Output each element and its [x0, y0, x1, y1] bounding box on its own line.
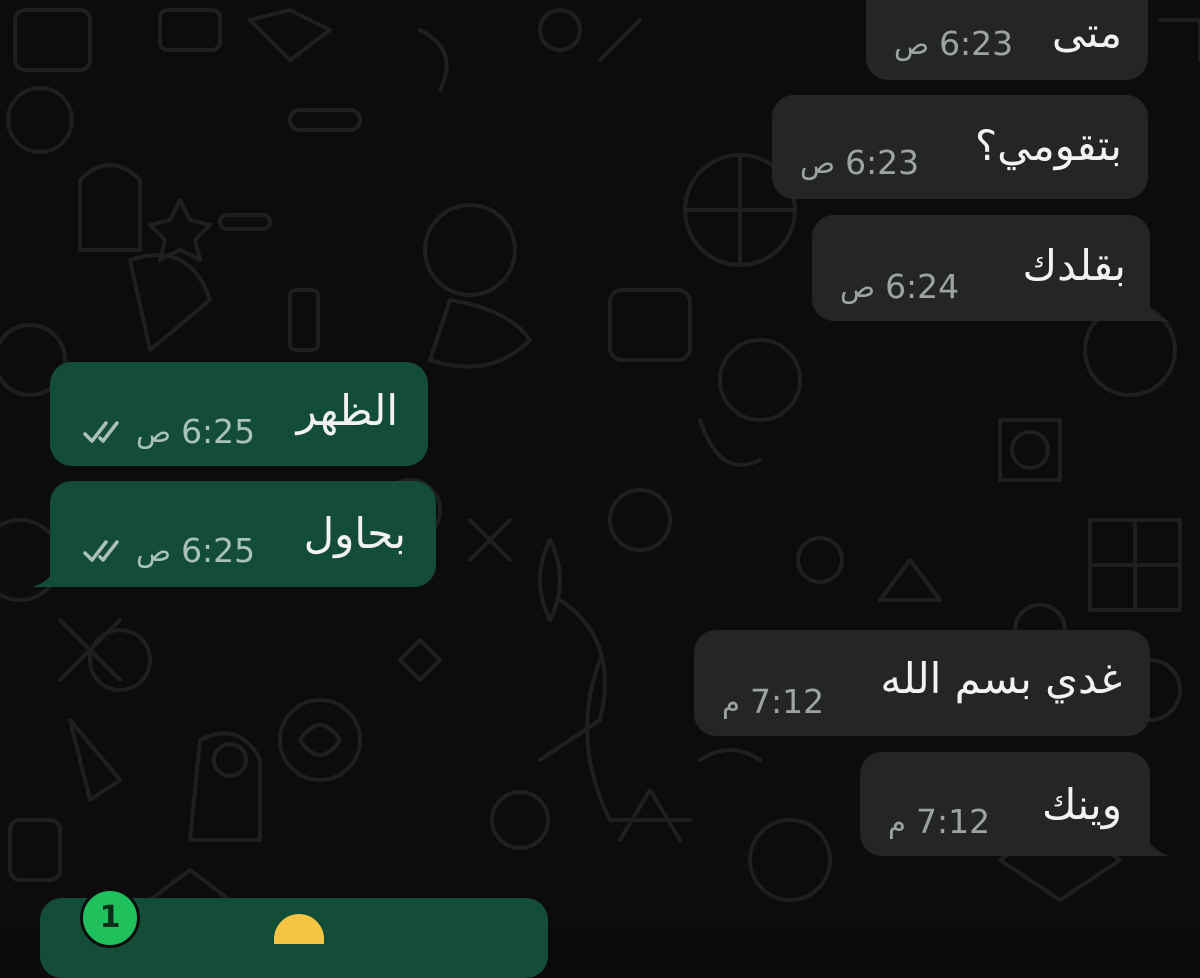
message-ampm: ص	[840, 270, 876, 304]
message-ampm: ص	[800, 146, 836, 180]
message-time: 6:24	[885, 267, 960, 306]
bubble-tail	[1140, 290, 1170, 321]
message-time: 7:12	[749, 682, 825, 721]
bubble-tail	[1140, 826, 1170, 856]
emoji-icon	[274, 914, 324, 944]
double-check-icon	[83, 421, 119, 443]
message-text: بحاول	[303, 509, 406, 558]
message-meta: ص 6:23	[894, 26, 1013, 62]
message-text: وينك	[1041, 780, 1122, 829]
bubble-tail	[32, 557, 62, 587]
message-time: 6:23	[939, 24, 1014, 63]
message-time: 6:25	[181, 412, 256, 451]
unread-count-badge: 1	[80, 888, 140, 948]
message-bubble-incoming[interactable]: بتقومي؟ ص 6:23	[772, 95, 1148, 199]
message-text: بتقومي؟	[974, 121, 1122, 170]
message-bubble-incoming[interactable]: بقلدك ص 6:24	[812, 215, 1150, 321]
message-ampm: ص	[136, 415, 172, 449]
message-ampm: ص	[894, 27, 930, 61]
message-meta: م 7:12	[888, 804, 990, 840]
message-meta: ص 6:24	[840, 269, 959, 305]
message-text: غدي بسم الله	[880, 654, 1122, 703]
message-meta: م 7:12	[722, 684, 824, 720]
message-ampm: ص	[136, 534, 172, 568]
message-time: 7:12	[915, 802, 991, 841]
message-ampm: م	[888, 805, 906, 839]
message-time: 6:25	[181, 531, 256, 570]
double-check-icon	[83, 540, 119, 562]
message-bubble-outgoing[interactable]: بحاول ص 6:25	[50, 481, 436, 587]
message-bubble-outgoing[interactable]: الظهر ص 6:25	[50, 362, 428, 466]
message-bubble-incoming[interactable]: متى ص 6:23	[866, 0, 1148, 80]
message-text: بقلدك	[1022, 241, 1126, 290]
message-meta: ص 6:23	[800, 145, 919, 181]
message-meta: ص 6:25	[82, 533, 255, 569]
message-meta: ص 6:25	[82, 414, 255, 450]
message-ampm: م	[722, 685, 740, 719]
message-bubble-incoming[interactable]: غدي بسم الله م 7:12	[694, 630, 1150, 736]
message-bubble-incoming[interactable]: وينك م 7:12	[860, 752, 1150, 856]
message-time: 6:23	[845, 143, 920, 182]
message-text: متى	[1051, 8, 1122, 57]
message-text: الظهر	[296, 386, 398, 435]
